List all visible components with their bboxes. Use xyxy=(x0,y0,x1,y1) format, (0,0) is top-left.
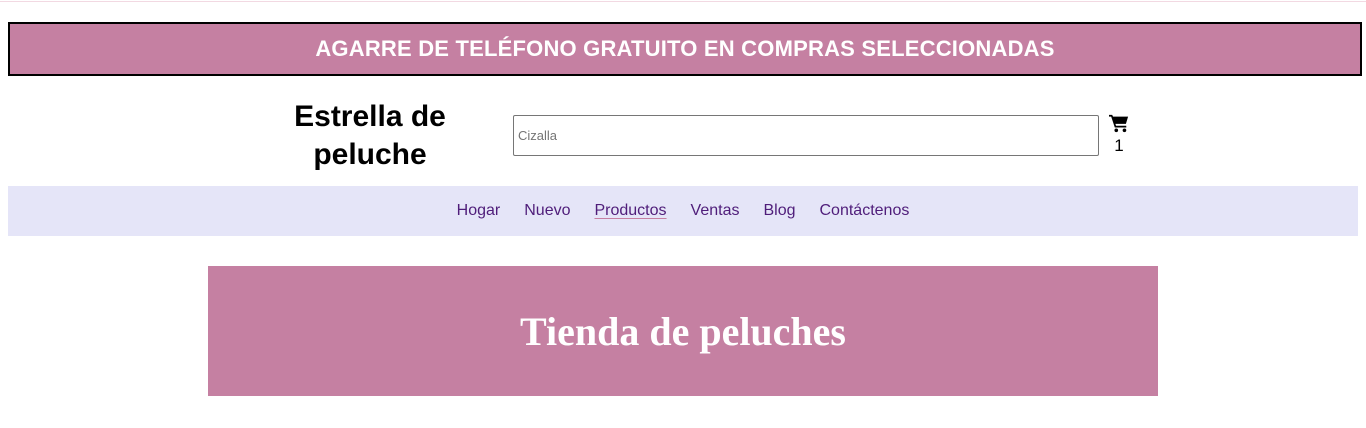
nav-item-ventas[interactable]: Ventas xyxy=(691,202,740,221)
nav-item-blog[interactable]: Blog xyxy=(763,202,795,221)
main-nav: Hogar Nuevo Productos Ventas Blog Contác… xyxy=(8,186,1358,236)
nav-item-nuevo[interactable]: Nuevo xyxy=(524,202,570,221)
hero-title: Tienda de peluches xyxy=(520,308,846,354)
brand-logo-text[interactable]: Estrella de peluche xyxy=(270,98,470,174)
nav-item-hogar[interactable]: Hogar xyxy=(457,202,501,221)
promo-banner: AGARRE DE TELÉFONO GRATUITO EN COMPRAS S… xyxy=(8,22,1362,76)
cart-count: 1 xyxy=(1114,136,1124,155)
promo-text: AGARRE DE TELÉFONO GRATUITO EN COMPRAS S… xyxy=(315,36,1055,61)
nav-item-productos[interactable]: Productos xyxy=(594,202,666,221)
brand-line-1: Estrella de xyxy=(294,100,446,133)
hero-banner: Tienda de peluches xyxy=(208,266,1158,396)
search-input[interactable] xyxy=(513,115,1099,156)
top-divider xyxy=(0,0,1366,2)
brand-line-2: peluche xyxy=(313,138,427,171)
nav-item-contactenos[interactable]: Contáctenos xyxy=(820,202,910,221)
cart-button[interactable]: 1 xyxy=(1104,113,1134,156)
shopping-cart-icon xyxy=(1108,113,1130,133)
site-header: Estrella de peluche 1 xyxy=(8,76,1358,186)
